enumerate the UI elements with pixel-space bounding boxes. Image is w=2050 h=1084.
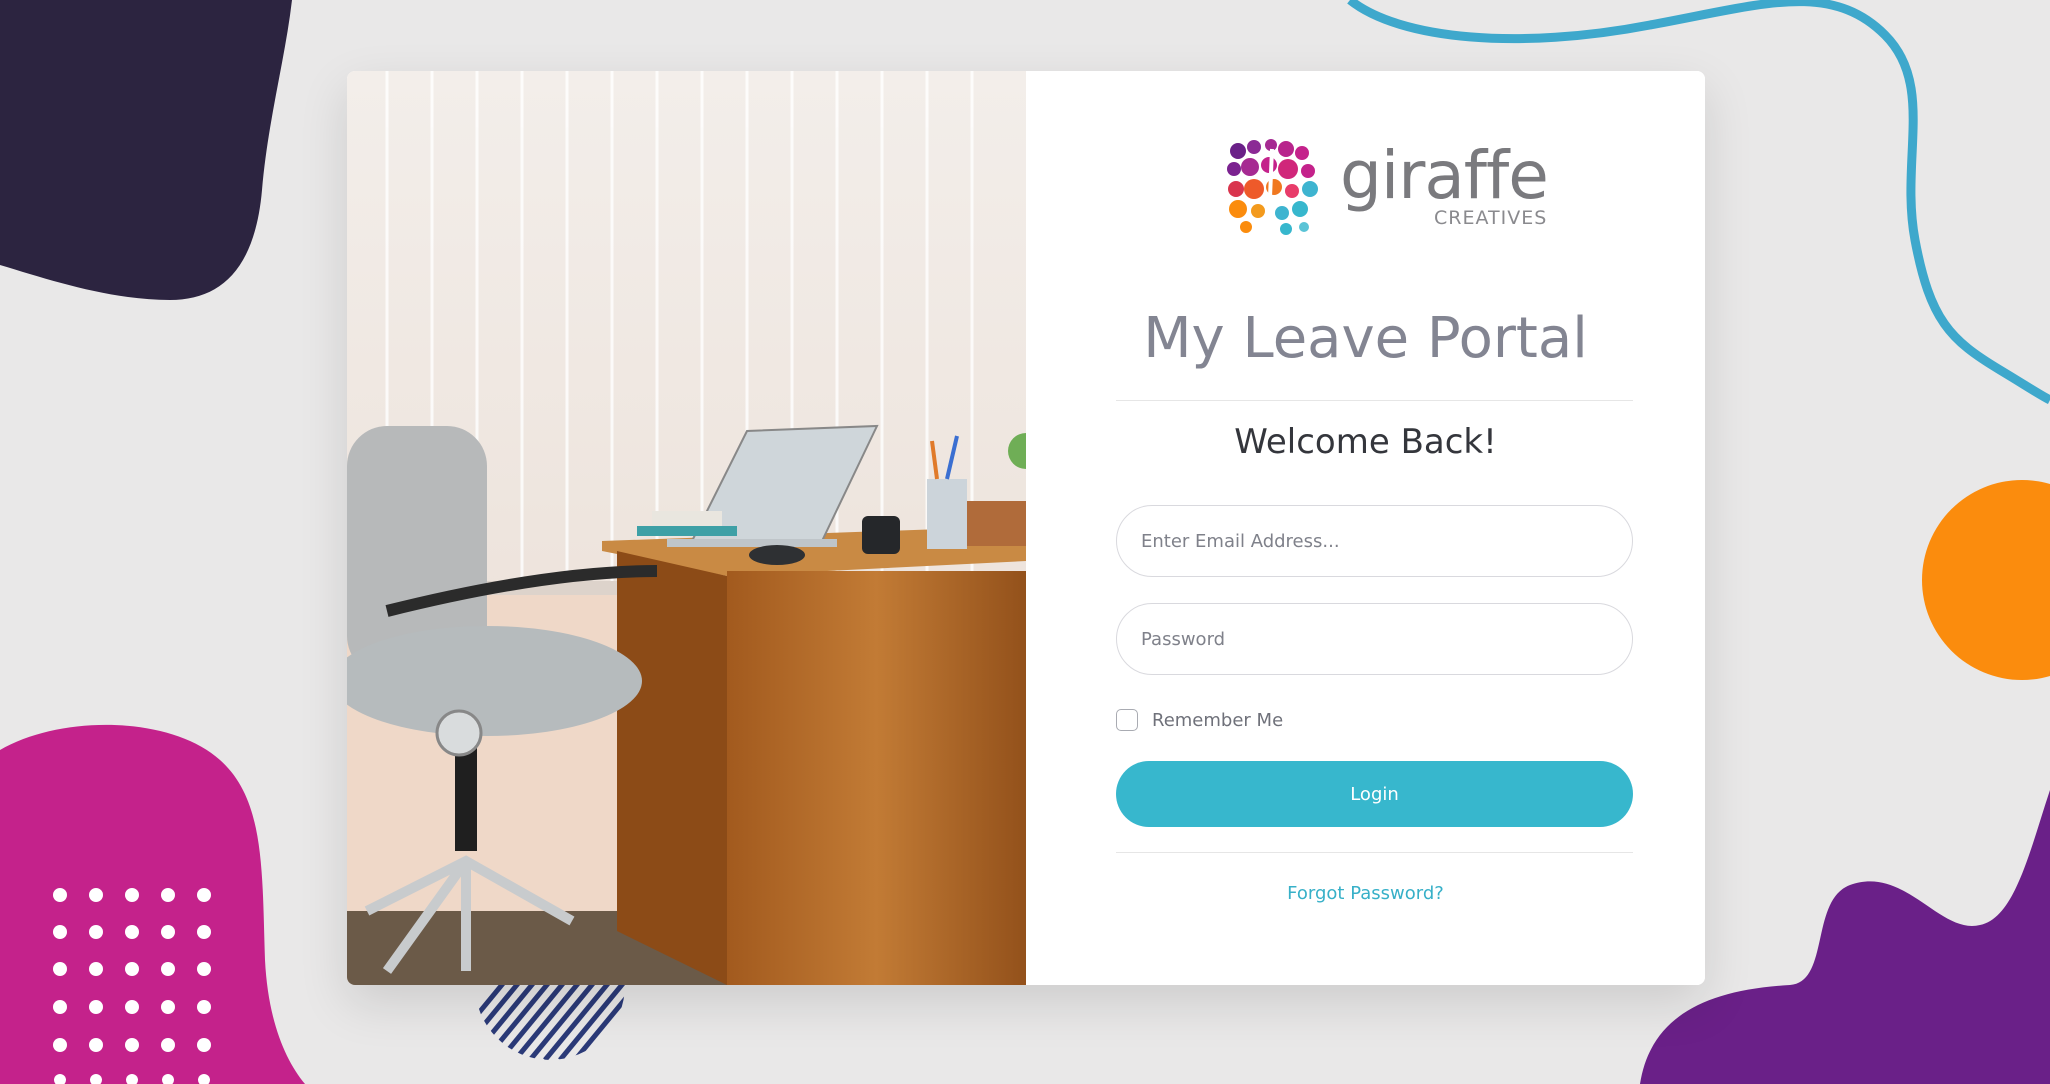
email-input[interactable] — [1116, 505, 1633, 577]
login-panel: giraffe CREATIVES My Leave Portal Welcom… — [1026, 71, 1705, 985]
page-title: My Leave Portal — [1143, 306, 1588, 371]
title-divider — [1116, 400, 1633, 401]
login-card: giraffe CREATIVES My Leave Portal Welcom… — [347, 71, 1705, 985]
forgot-password-link[interactable]: Forgot Password? — [1026, 883, 1705, 904]
password-input[interactable] — [1116, 603, 1633, 675]
brand-tagline: CREATIVES — [1434, 207, 1548, 229]
brand-name: giraffe — [1340, 137, 1549, 214]
office-photo — [347, 71, 1026, 985]
magenta-blob — [0, 724, 305, 1084]
giraffe-dots-logo-icon — [1227, 139, 1318, 235]
footer-divider — [1116, 852, 1633, 853]
login-button[interactable]: Login — [1116, 761, 1633, 827]
navy-blob — [0, 0, 292, 300]
remember-me-row[interactable]: Remember Me — [1116, 707, 1283, 733]
welcome-heading: Welcome Back! — [1234, 422, 1497, 462]
remember-me-checkbox[interactable] — [1116, 709, 1138, 731]
striped-semicircle — [475, 985, 625, 1060]
brand-logo: giraffe CREATIVES — [1224, 137, 1549, 237]
remember-me-label[interactable]: Remember Me — [1152, 710, 1283, 731]
orange-circle — [1922, 480, 2050, 680]
